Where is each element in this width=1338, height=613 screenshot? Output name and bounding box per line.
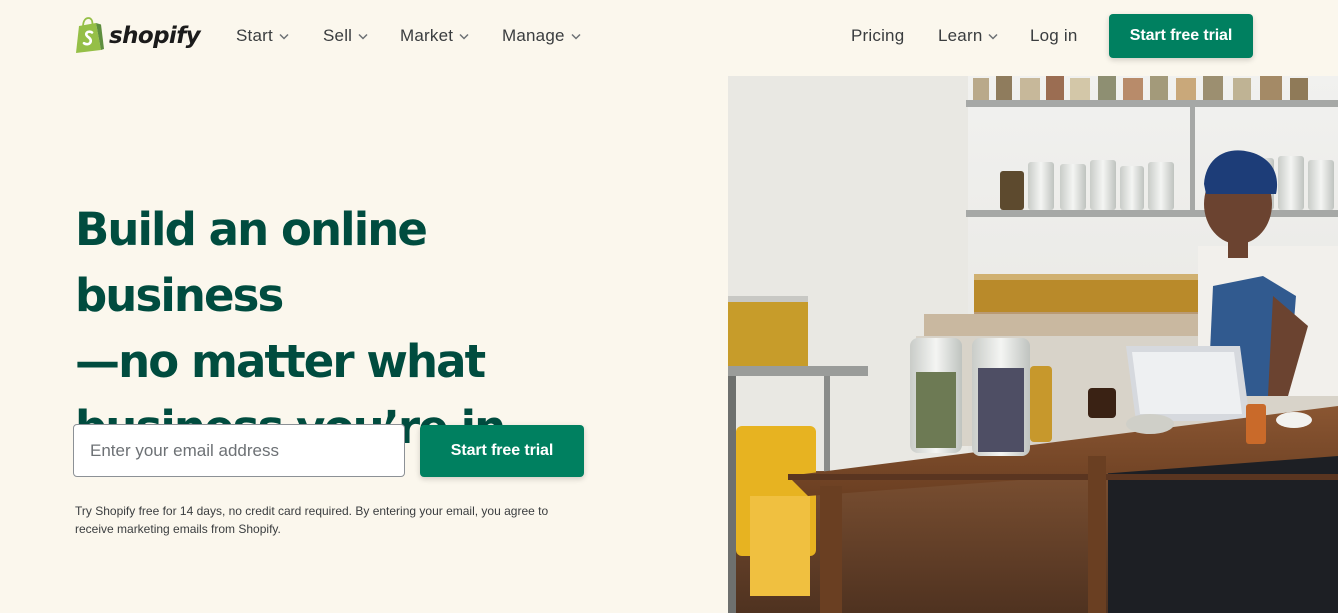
chevron-down-icon [358,33,368,40]
header-start-free-trial-button[interactable]: Start free trial [1109,14,1253,58]
nav-start-label: Start [236,26,273,45]
shopify-logo[interactable]: shopify [73,17,201,53]
headline-line: —no matter what [75,335,486,388]
nav-manage-label: Manage [502,26,565,45]
nav-learn[interactable]: Learn [938,24,999,48]
nav-start[interactable]: Start [236,24,289,48]
email-input[interactable] [73,424,405,477]
trial-disclaimer: Try Shopify free for 14 days, no credit … [75,504,549,536]
nav-pricing[interactable]: Pricing [851,24,904,48]
logo-wordmark: shopify [109,22,201,49]
chevron-down-icon [459,33,469,40]
nav-sell[interactable]: Sell [323,24,368,48]
headline-line: Build an online business [75,203,428,322]
nav-login[interactable]: Log in [1030,24,1078,48]
shopping-bag-icon [76,17,104,53]
nav-market-label: Market [400,26,454,45]
honey-jars [974,274,1204,320]
nav-market[interactable]: Market [400,24,469,48]
hero-headline: Build an online business —no matter what… [75,197,635,461]
chevron-down-icon [279,33,289,40]
nav-learn-label: Learn [938,26,983,45]
jar-row-middle [1000,156,1334,210]
hero-photo [728,76,1338,613]
site-header: shopify Start Sell Market Manage Pricing… [0,0,1338,72]
nav-manage[interactable]: Manage [502,24,581,48]
chevron-down-icon [571,33,581,40]
laptop [1126,346,1250,421]
hero-start-free-trial-button[interactable]: Start free trial [420,425,584,477]
nav-sell-label: Sell [323,26,353,45]
chevron-down-icon [988,33,999,40]
